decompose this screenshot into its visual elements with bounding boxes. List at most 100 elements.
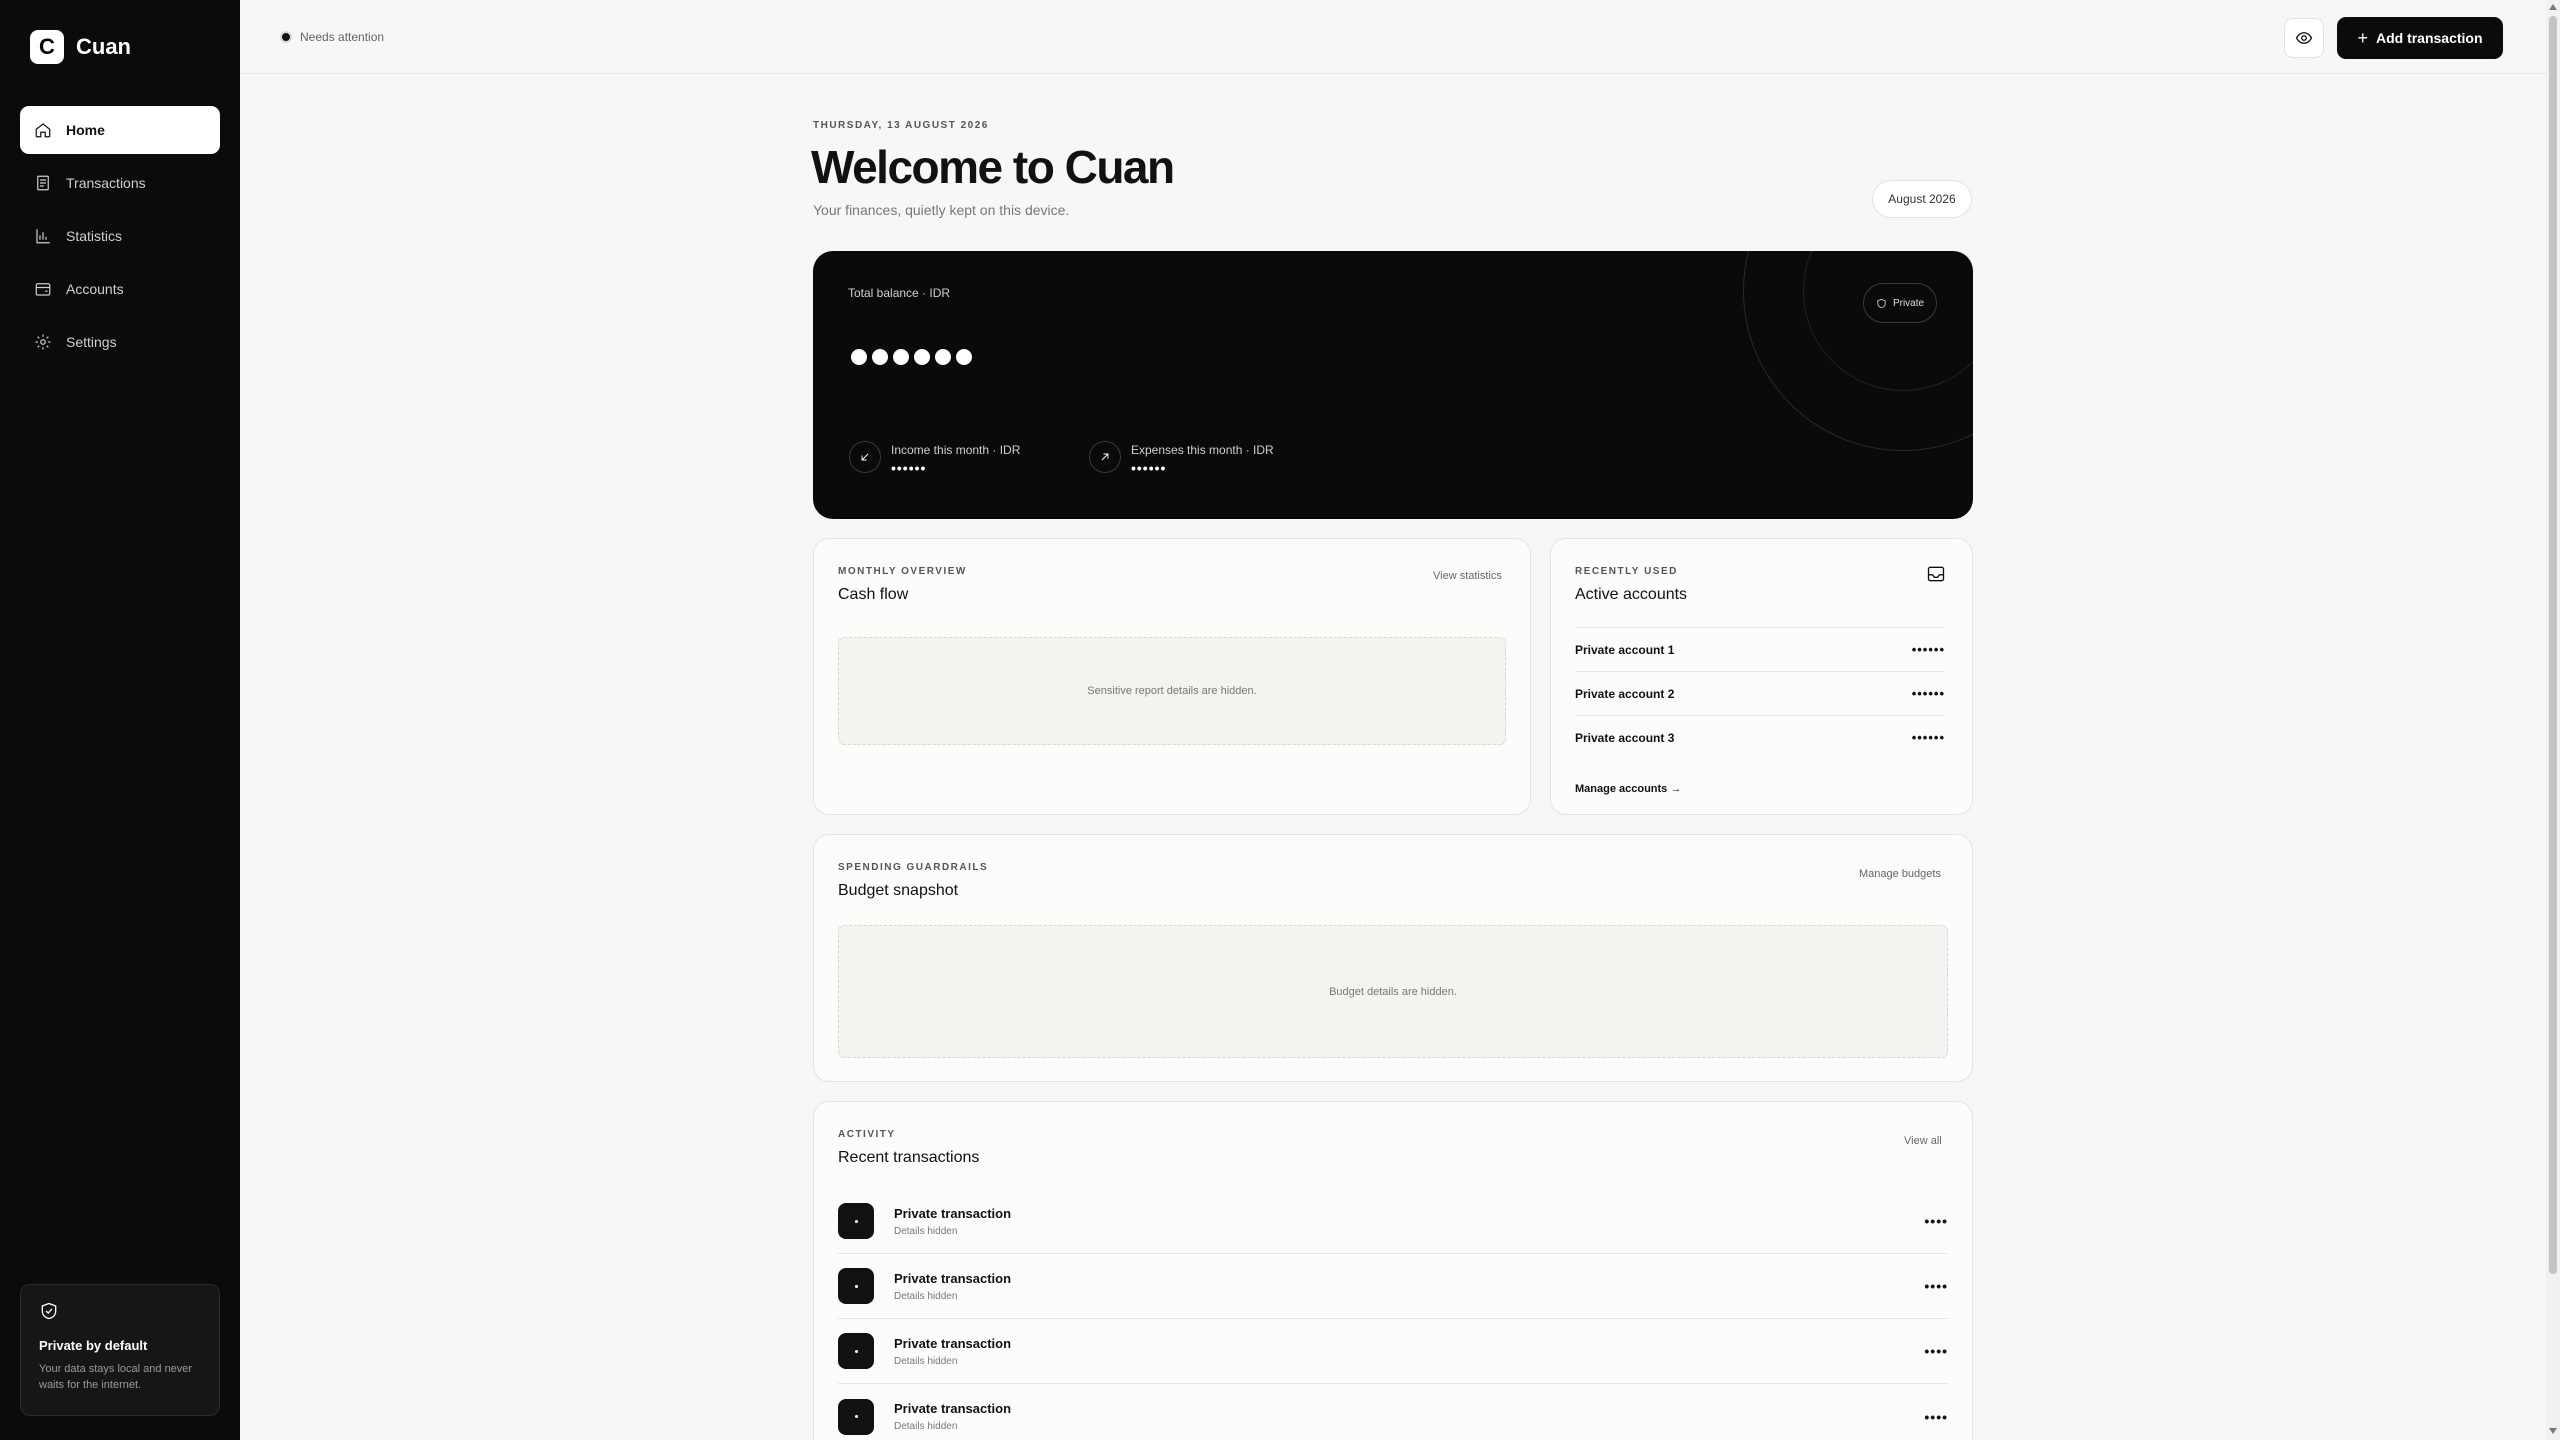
transaction-icon (838, 1333, 874, 1369)
sidebar-item-accounts[interactable]: Accounts (20, 265, 220, 313)
hidden-budget-placeholder: Budget details are hidden. (838, 925, 1948, 1058)
account-row[interactable]: Private account 3 •••••• (1575, 715, 1945, 759)
sidebar-item-label: Settings (66, 334, 117, 350)
transaction-row[interactable]: Private transaction Details hidden •••• (838, 1254, 1948, 1319)
add-transaction-label: Add transaction (2375, 30, 2483, 46)
scroll-down-arrow[interactable] (2549, 1428, 2557, 1434)
sidebar-item-home[interactable]: Home (20, 106, 220, 154)
account-row[interactable]: Private account 1 •••••• (1575, 627, 1945, 671)
balance-label: Total balance · IDR (848, 286, 951, 300)
transaction-name: Private transaction (894, 1270, 1012, 1286)
transaction-details: Details hidden (894, 1421, 958, 1432)
card-eyebrow: ACTIVITY (838, 1129, 896, 1140)
income-summary: Income this month · IDR •••••• (849, 441, 1020, 476)
expense-label: Expenses this month · IDR (1131, 443, 1274, 457)
brand-name: Cuan (76, 34, 131, 59)
page-title: Welcome to Cuan (811, 141, 1175, 193)
private-badge-label: Private (1892, 297, 1925, 309)
arrow-down-left-icon (849, 441, 881, 473)
sidebar-item-statistics[interactable]: Statistics (20, 212, 220, 260)
sidebar: C Cuan Home Transactions Statistics Acco… (0, 0, 240, 1440)
transaction-row[interactable]: Private transaction Details hidden •••• (838, 1189, 1948, 1254)
sidebar-item-transactions[interactable]: Transactions (20, 159, 220, 207)
cash-flow-card: MONTHLY OVERVIEW Cash flow View statisti… (813, 538, 1531, 815)
status-dot-icon (280, 31, 292, 43)
sidebar-item-label: Accounts (66, 281, 124, 297)
transaction-row[interactable]: Private transaction Details hidden •••• (838, 1384, 1948, 1440)
status-text: Needs attention (300, 30, 385, 44)
shield-icon (1877, 298, 1886, 308)
card-eyebrow: SPENDING GUARDRAILS (838, 862, 989, 873)
scroll-up-arrow[interactable] (2549, 4, 2557, 10)
card-title: Cash flow (838, 586, 909, 603)
transaction-icon (838, 1203, 874, 1239)
account-balance: •••••• (1911, 686, 1945, 701)
transaction-details: Details hidden (894, 1355, 958, 1367)
wallet-icon (35, 283, 51, 296)
recent-transactions-card: ACTIVITY Recent transactions View all Pr… (813, 1101, 1973, 1440)
transaction-amount: •••• (1924, 1213, 1948, 1229)
privacy-text: Your data stays local and never waits fo… (39, 1363, 193, 1391)
budget-snapshot-card: SPENDING GUARDRAILS Budget snapshot Mana… (813, 834, 1973, 1082)
account-balance: •••••• (1911, 730, 1945, 745)
home-icon (35, 123, 51, 138)
balance-masked-value (851, 349, 972, 365)
scroll-thumb[interactable] (2549, 16, 2557, 1274)
transaction-icon (838, 1268, 874, 1304)
toggle-privacy-button[interactable] (2284, 18, 2324, 58)
transaction-row[interactable]: Private transaction Details hidden •••• (838, 1319, 1948, 1384)
transaction-icon (838, 1398, 874, 1435)
manage-accounts-link[interactable]: Manage accounts → (1575, 783, 1681, 795)
view-all-link[interactable]: View all (1904, 1135, 1942, 1147)
income-label: Income this month · IDR (891, 443, 1021, 457)
manage-budgets-link[interactable]: Manage budgets (1859, 868, 1941, 880)
card-eyebrow: RECENTLY USED (1575, 566, 1678, 577)
transaction-amount: •••• (1924, 1343, 1948, 1359)
add-transaction-button[interactable]: + Add transaction (2337, 17, 2503, 59)
expense-summary: Expenses this month · IDR •••••• (1089, 441, 1274, 476)
sidebar-item-label: Transactions (66, 175, 146, 191)
hidden-report-placeholder: Sensitive report details are hidden. (838, 637, 1506, 745)
income-value: •••••• (891, 460, 927, 476)
sidebar-item-label: Statistics (66, 228, 123, 244)
page-scrollbar[interactable] (2546, 0, 2560, 1440)
sidebar-item-label: Home (66, 122, 105, 138)
month-selector[interactable]: August 2026 (1872, 180, 1972, 218)
transaction-details: Details hidden (894, 1225, 958, 1237)
privacy-title: Private by default (39, 1338, 148, 1353)
plus-icon: + (2357, 28, 2368, 48)
gear-icon (35, 334, 51, 350)
card-title: Recent transactions (838, 1149, 980, 1166)
account-row[interactable]: Private account 2 •••••• (1575, 671, 1945, 715)
privacy-card: Private by default Your data stays local… (20, 1284, 220, 1416)
transaction-amount: •••• (1924, 1278, 1948, 1294)
receipt-icon (37, 175, 49, 191)
arrow-up-right-icon (1089, 441, 1121, 473)
active-accounts-card: RECENTLY USED Active accounts Private ac… (1550, 538, 1973, 815)
transaction-name: Private transaction (894, 1205, 1012, 1221)
topbar: Needs attention + Add transaction (240, 0, 2546, 74)
view-statistics-link[interactable]: View statistics (1433, 570, 1502, 582)
sidebar-nav: Home Transactions Statistics Accounts Se… (20, 106, 220, 371)
transaction-name: Private transaction (894, 1401, 1012, 1416)
inbox-icon (1927, 566, 1945, 582)
brand-logo: C (30, 30, 64, 64)
current-date: THURSDAY, 13 AUGUST 2026 (813, 120, 989, 131)
expense-value: •••••• (1131, 460, 1167, 476)
account-name: Private account 2 (1575, 686, 1675, 701)
sidebar-item-settings[interactable]: Settings (20, 318, 220, 366)
card-eyebrow: MONTHLY OVERVIEW (838, 566, 967, 577)
account-balance: •••••• (1911, 642, 1945, 657)
balance-card: Total balance · IDR Private Income this … (813, 251, 1973, 519)
account-name: Private account 3 (1575, 730, 1675, 745)
status-indicator: Needs attention (280, 30, 384, 44)
page-subtitle: Your finances, quietly kept on this devi… (813, 202, 1070, 218)
transaction-amount: •••• (1924, 1408, 1948, 1425)
transaction-name: Private transaction (894, 1335, 1012, 1351)
card-title: Budget snapshot (838, 882, 959, 899)
private-badge[interactable]: Private (1863, 283, 1937, 323)
transaction-details: Details hidden (894, 1290, 958, 1302)
bar-chart-icon (36, 229, 50, 244)
brand[interactable]: C Cuan (30, 30, 131, 64)
account-name: Private account 1 (1575, 642, 1675, 657)
